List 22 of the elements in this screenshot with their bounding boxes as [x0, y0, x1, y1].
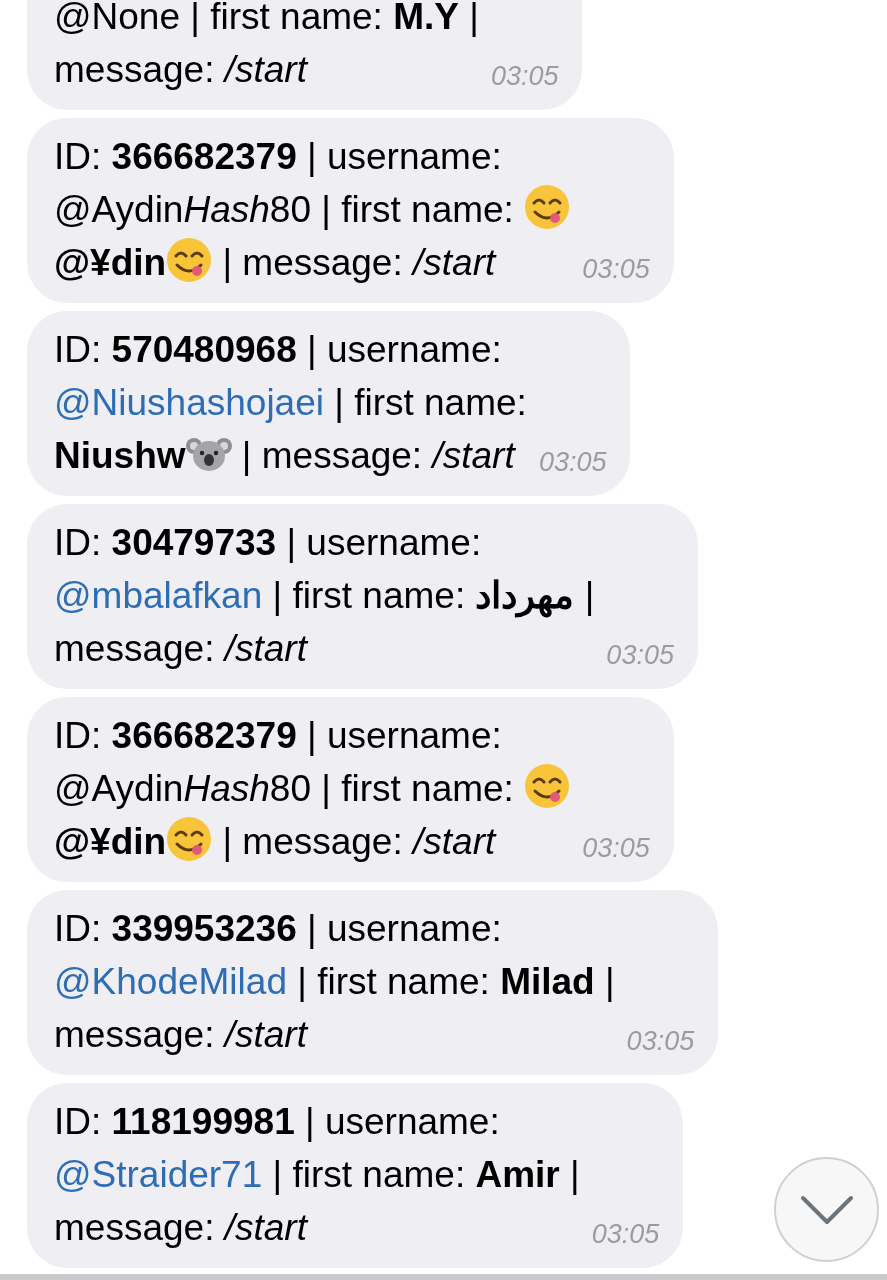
smiling-face-icon — [524, 763, 571, 809]
username-link[interactable]: @mbalafkan — [54, 575, 263, 616]
message-time: 03:05 — [490, 60, 559, 93]
message-time: 03:05 — [582, 832, 650, 865]
message-time: 03:05 — [606, 639, 674, 672]
username-link[interactable]: @KhodeMilad — [54, 961, 287, 1002]
username-link[interactable]: @Straider71 — [54, 1154, 263, 1195]
smiling-face-icon — [524, 184, 571, 230]
message-text: ID: 570480968 | username: @Niushashojaei | first name: Niushw | message: /start — [54, 328, 527, 478]
message-text: ID: 366682379 | username: @AydinHash80 | first name: @¥din | message: /start — [54, 130, 571, 289]
message-time: 03:05 — [538, 446, 607, 479]
message-time: 03:05 — [582, 253, 650, 286]
message-text: ID: 339953236 | username: @KhodeMilad | first name: Milad | message: /start — [54, 907, 615, 1057]
message-text: ID: 366682379 | username: @AydinHash80 | first name: @¥din | message: /start — [54, 709, 571, 868]
message-time: 03:05 — [591, 1218, 660, 1251]
chevron-down-icon — [799, 1194, 854, 1225]
message-time: 03:05 — [626, 1025, 695, 1058]
message-text: @None | first name: M.Y | message: /start — [54, 0, 479, 92]
smiling-face-icon — [166, 816, 213, 862]
username-link[interactable]: @Niushashojaei — [54, 382, 324, 423]
message-text: ID: 118199981 | username: @Straider71 | first name: Amir | message: /start — [54, 1100, 580, 1250]
smiling-face-icon — [166, 237, 213, 283]
